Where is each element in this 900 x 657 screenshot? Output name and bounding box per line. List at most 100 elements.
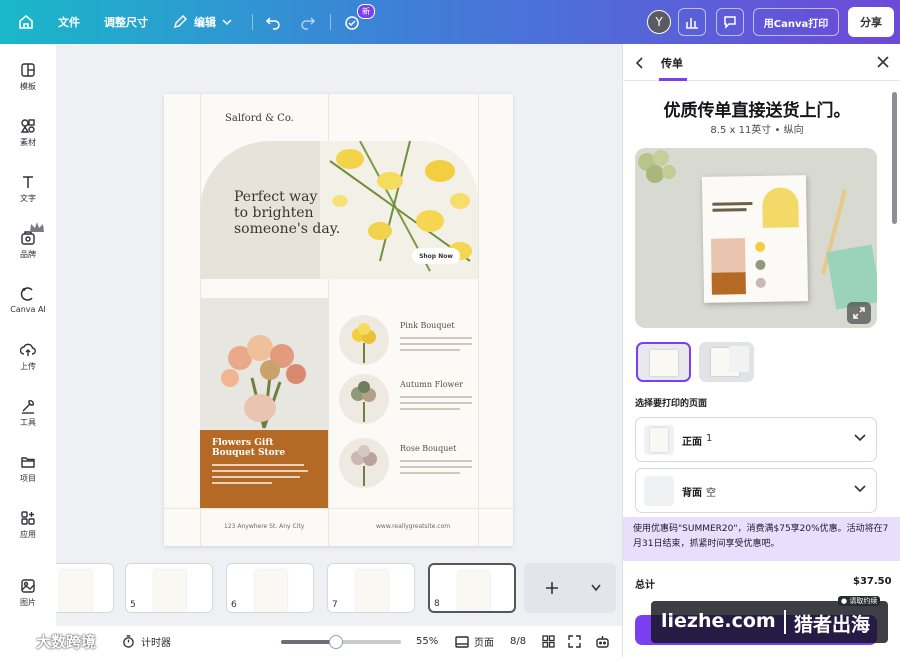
thumbnail-preview [60,570,92,612]
home-button[interactable] [18,0,34,44]
sidebar-item-label: 文字 [20,194,36,203]
design-page[interactable]: Salford & Co. Perfect way to brighten so… [164,94,513,546]
product-item[interactable]: Rose Bouquet [339,438,509,492]
sidebar-item-brand[interactable]: 品牌 [0,230,56,260]
sidebar-item-canva-ai[interactable]: Canva AI [0,286,56,314]
sidebar-item-label: 素材 [20,138,36,147]
edit-menu[interactable]: 编辑 [172,0,232,44]
sidebar-item-projects[interactable]: 项目 [0,454,56,484]
product-name[interactable]: Rose Bouquet [400,444,456,453]
sidebar-item-elements[interactable]: 素材 [0,118,56,148]
robot-icon [596,635,609,648]
fullscreen-button[interactable] [568,626,581,657]
folder-icon [21,457,35,468]
footer-website[interactable]: www.reallygreatsite.com [376,523,450,530]
watermark-banner: liezhe.com 猎者出海 ● 请取约续 [651,596,888,643]
sidebar-item-label: 上传 [20,362,36,371]
store-box[interactable]: Flowers Gift Bouquet Store [200,430,328,508]
assistant-button[interactable] [595,626,610,657]
page-number: 7 [332,600,338,610]
product-item[interactable]: Pink Bouquet [339,315,509,369]
redo-button[interactable] [300,0,316,44]
print-with-canva-button[interactable]: 用Canva打印 [753,8,839,36]
crown-icon [30,220,44,236]
analytics-button[interactable] [678,8,706,36]
expand-preview-button[interactable] [847,302,871,324]
page-thumbnail-active[interactable]: 8 [428,563,516,613]
pages-label: 页面 [474,638,494,649]
back-value: 空 [706,488,716,499]
sidebar-item-apps[interactable]: 应用 [0,510,56,540]
bouquet-photo[interactable] [200,298,328,430]
page-thumbnail[interactable]: 5 [125,563,213,613]
add-page-button[interactable] [524,563,616,613]
hero-title[interactable]: Perfect way to brighten someone's day. [234,189,340,237]
sidebar-item-label: 工具 [20,418,36,427]
placeholder-text-line [212,464,304,466]
pages-view-button[interactable]: 页面 [455,626,494,657]
plus-icon [546,582,558,594]
product-name[interactable]: Autumn Flower [400,380,463,389]
comment-icon [724,16,736,29]
sidebar-item-templates[interactable]: 模板 [0,62,56,92]
sidebar-item-tools[interactable]: 工具 [0,398,56,428]
preview-option-stack[interactable] [699,342,754,382]
grid-view-button[interactable] [542,626,555,657]
back-arrow-icon[interactable] [635,57,645,69]
panel-scrollbar[interactable] [892,92,897,224]
page-thumbnail[interactable]: 6 [226,563,314,613]
timer-icon [123,635,134,648]
product-item[interactable]: Autumn Flower [339,374,509,428]
sidebar-item-photos[interactable]: 图片 [0,578,56,608]
brand-name[interactable]: Salford & Co. [225,113,294,124]
thumbnail-preview [154,570,186,612]
upload-icon [20,343,36,356]
comment-button[interactable] [716,8,744,36]
back-label: 背面 [682,488,702,499]
home-icon [19,14,33,29]
promo-banner: 使用优惠码"SUMMER20"，消费满$75享20%优惠。活动将在7月31日结束… [623,517,900,561]
placeholder-text-line [212,482,272,484]
hero-block[interactable]: Perfect way to brighten someone's day. S… [200,141,478,279]
back-page-select[interactable]: 背面 空 [635,468,877,513]
product-name[interactable]: Pink Bouquet [400,321,455,330]
store-title[interactable]: Flowers Gift Bouquet Store [212,438,316,458]
chevron-down-icon [854,434,866,442]
template-icon [21,63,35,77]
zoom-slider-fill [281,640,337,644]
zoom-level[interactable]: 55% [416,626,438,657]
front-page-select[interactable]: 正面 1 [635,417,877,462]
page-count: 8/8 [510,636,527,647]
page-thumbnail[interactable] [56,563,114,613]
sidebar-item-uploads[interactable]: 上传 [0,342,56,372]
share-button[interactable]: 分享 [848,7,894,37]
file-menu[interactable]: 文件 [58,0,80,44]
sidebar-item-label: 模板 [20,82,36,91]
zoom-slider-handle[interactable] [329,635,344,649]
new-badge: 新 [357,4,375,19]
zoom-slider[interactable] [281,635,401,649]
resize-menu[interactable]: 调整尺寸 [104,0,148,44]
text-icon [23,176,33,188]
page-thumbnail[interactable]: 7 [327,563,415,613]
expand-icon [568,635,581,648]
shop-now-button[interactable]: Shop Now [412,248,460,264]
tab-flyer[interactable]: 传单 [661,55,683,71]
close-icon[interactable] [877,56,889,68]
timer-button[interactable]: 计时器 [122,626,171,657]
decor-card [826,244,877,310]
pages-icon [455,635,469,648]
footer-address[interactable]: 123 Anywhere St. Any City [224,523,304,530]
sidebar-item-label: 品牌 [20,250,36,259]
grid-icon [542,635,555,648]
preview-option-flyer[interactable] [636,342,691,382]
page-thumbnails: 5 6 7 8 [56,559,622,623]
sidebar-item-label: 项目 [20,474,36,483]
undo-button[interactable] [265,0,281,44]
front-label: 正面 [682,437,702,448]
chevron-down-icon[interactable] [591,584,601,592]
avatar[interactable]: Y [647,10,671,34]
bouquet-image [200,298,328,430]
sidebar-item-text[interactable]: 文字 [0,174,56,204]
front-thumbnail [644,425,674,455]
